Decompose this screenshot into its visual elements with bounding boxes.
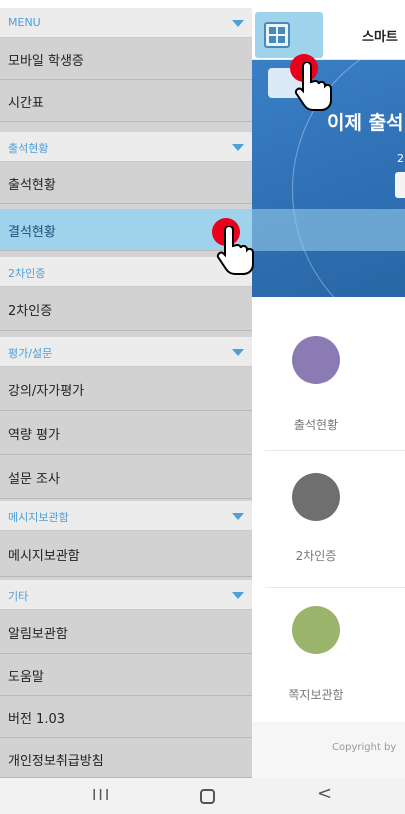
drawer-item-attendance[interactable]: 출석현황: [0, 162, 252, 204]
copyright-text: Copyright by: [332, 742, 397, 753]
drawer-item-notifications[interactable]: 알림보관함: [0, 610, 252, 654]
selection-highlight: [252, 209, 405, 251]
back-button[interactable]: <: [317, 783, 332, 804]
drawer-item-label: 역량 평가: [8, 428, 60, 443]
chevron-down-icon: [232, 349, 244, 356]
navigation-drawer: MENU 모바일 학생증 시간표 출석현황 출석현황 결석현황 2차인증 2차인…: [0, 8, 252, 778]
recent-apps-button[interactable]: III: [92, 786, 111, 804]
hand-pointer-icon: [294, 62, 332, 111]
drawer-item-label: 설문 조사: [8, 472, 60, 487]
drawer-item-label: 강의/자가평가: [8, 384, 85, 399]
banner-title: 이제 출석: [327, 112, 404, 134]
chevron-down-icon: [232, 513, 244, 520]
section-label: 평가/설문: [8, 347, 53, 360]
chevron-down-icon: [232, 592, 244, 599]
drawer-item-label: 개인정보취급방침: [8, 754, 104, 769]
drawer-item-label: 알림보관함: [8, 627, 68, 642]
message-box-icon: [292, 606, 340, 654]
drawer-item-label: 2차인증: [8, 304, 53, 319]
home-button[interactable]: [200, 789, 215, 804]
menu-toggle-button[interactable]: [255, 12, 323, 58]
tile-2fa[interactable]: 2차인증: [252, 451, 405, 587]
section-label: MENU: [8, 16, 41, 29]
chevron-down-icon: [232, 20, 244, 27]
tile-messages[interactable]: 쪽지보관함: [252, 588, 405, 722]
tile-label: 2차인증: [295, 549, 337, 563]
drawer-item-mobile-id[interactable]: 모바일 학생증: [0, 38, 252, 80]
drawer-item-2fa[interactable]: 2차인증: [0, 287, 252, 331]
drawer-item-label: 시간표: [8, 96, 44, 111]
drawer-item-messages[interactable]: 메시지보관함: [0, 531, 252, 577]
tile-attendance[interactable]: 출석현황: [252, 308, 405, 450]
drawer-item-label: 결석현황: [8, 225, 56, 240]
app-title: 스마트: [362, 30, 398, 45]
section-header-etc[interactable]: 기타: [0, 580, 252, 610]
banner-subtitle: 2: [397, 152, 404, 165]
section-header-messages[interactable]: 메시지보관함: [0, 501, 252, 531]
drawer-item-privacy[interactable]: 개인정보취급방침: [0, 738, 252, 778]
chevron-down-icon: [232, 144, 244, 151]
drawer-item-label: 메시지보관함: [8, 549, 80, 564]
section-label: 출석현황: [8, 142, 49, 155]
attendance-icon: [292, 336, 340, 384]
section-label: 기타: [8, 590, 29, 603]
drawer-item-survey[interactable]: 설문 조사: [0, 455, 252, 499]
hand-pointer-icon: [216, 226, 254, 275]
tile-label: 쪽지보관함: [288, 688, 344, 702]
section-header-menu[interactable]: MENU: [0, 8, 252, 38]
system-navigation-bar: III <: [0, 778, 405, 814]
drawer-item-competency-eval[interactable]: 역량 평가: [0, 411, 252, 455]
section-label: 2차인증: [8, 267, 46, 280]
footer: Copyright by: [252, 722, 405, 778]
drawer-item-version[interactable]: 버전 1.03: [0, 696, 252, 738]
banner-action-button[interactable]: [395, 172, 405, 198]
tile-label: 출석현황: [293, 418, 339, 432]
drawer-item-label: 도움말: [8, 670, 44, 685]
grid-icon: [264, 22, 290, 48]
section-label: 메시지보관함: [8, 511, 69, 524]
section-header-attendance[interactable]: 출석현황: [0, 132, 252, 162]
drawer-item-timetable[interactable]: 시간표: [0, 80, 252, 122]
drawer-item-lecture-eval[interactable]: 강의/자가평가: [0, 367, 252, 411]
section-header-evaluation[interactable]: 평가/설문: [0, 337, 252, 367]
drawer-item-label: 모바일 학생증: [8, 54, 84, 69]
drawer-item-label: 버전 1.03: [8, 712, 65, 727]
drawer-item-help[interactable]: 도움말: [0, 654, 252, 696]
drawer-item-label: 출석현황: [8, 178, 56, 193]
security-shield-icon: [292, 473, 340, 521]
